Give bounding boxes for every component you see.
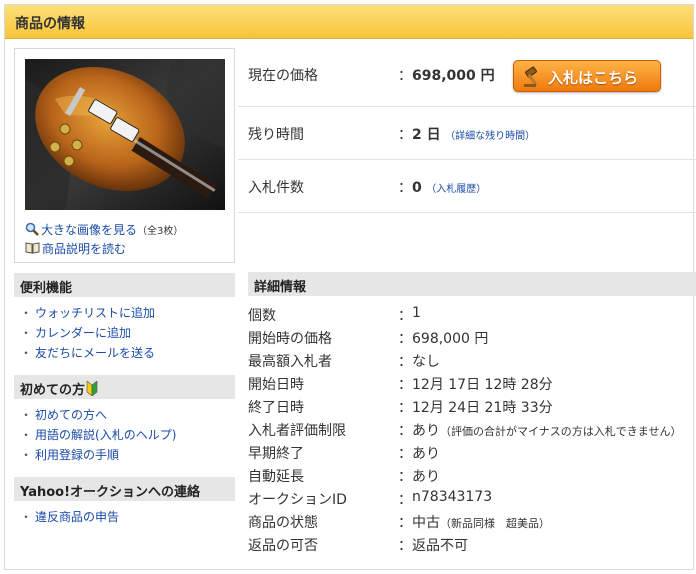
detail-value: 中古（新品同様 超美品）: [412, 515, 550, 531]
current-price-label: 現在の価格: [248, 68, 318, 84]
detail-key: 入札者評価制限: [248, 423, 346, 439]
list-item: ・ウォッチリストに追加: [20, 306, 156, 320]
detail-key: オークションID: [248, 492, 347, 508]
list-item: ・カレンダーに追加: [20, 326, 132, 340]
detail-value: あり: [412, 446, 440, 462]
book-icon: [25, 242, 40, 254]
convenience-title: 便利機能: [20, 281, 73, 296]
bid-button-label: 入札はこちら: [548, 69, 639, 87]
current-price-value: ：698,000 円: [398, 68, 495, 84]
report-violation-link[interactable]: 違反商品の申告: [35, 510, 119, 524]
section-title-bar: 商品の情報: [5, 5, 693, 39]
contact-list: ・違反商品の申告: [20, 507, 119, 527]
detail-key: 商品の状態: [248, 515, 318, 531]
detail-value: なし: [412, 354, 440, 370]
details-header: 詳細情報: [248, 272, 696, 296]
calendar-link[interactable]: カレンダーに追加: [35, 326, 131, 340]
detail-value: 12月 24日 21時 33分: [412, 400, 553, 416]
gavel-icon: [524, 66, 538, 87]
image-count: （全3枚）: [137, 226, 184, 237]
remaining-time-label: 残り時間: [248, 127, 304, 143]
remaining-time-row: 残り時間 ：2 日 （詳細な残り時間）: [238, 106, 696, 160]
convenience-list: ・ウォッチリストに追加 ・カレンダーに追加 ・友だちにメールを送る: [20, 303, 155, 363]
registration-steps-link[interactable]: 利用登録の手順: [35, 448, 119, 462]
beginner-mark-icon: [86, 380, 98, 397]
list-item: ・初めての方へ: [20, 408, 108, 422]
detail-key: 最高額入札者: [248, 354, 332, 370]
detail-key: 開始時の価格: [248, 331, 332, 347]
bid-count-row: 入札件数 ：0 （入札履歴）: [238, 159, 696, 213]
detail-key: 個数: [248, 308, 276, 324]
section-title: 商品の情報: [15, 16, 85, 32]
convenience-header: 便利機能: [14, 273, 235, 297]
beginners-header: 初めての方: [14, 375, 235, 399]
list-item: ・違反商品の申告: [20, 510, 120, 524]
detail-key: 早期終了: [248, 446, 304, 462]
detail-key: 自動延長: [248, 469, 304, 485]
list-item: ・利用登録の手順: [20, 448, 120, 462]
send-email-link[interactable]: 友だちにメールを送る: [35, 346, 155, 360]
magnifier-icon: [25, 222, 39, 236]
detail-value: n78343173: [412, 489, 493, 505]
large-image-link[interactable]: 大きな画像を見る: [41, 223, 137, 237]
details-title: 詳細情報: [254, 280, 307, 295]
detail-value: 返品不可: [412, 538, 468, 554]
watchlist-link[interactable]: ウォッチリストに追加: [35, 306, 155, 320]
detail-value: あり（評価の合計がマイナスの方は入札できません）: [412, 423, 682, 439]
product-image-box: 大きな画像を見る（全3枚） 商品説明を読む: [14, 48, 235, 263]
detail-key: 返品の可否: [248, 538, 318, 554]
remaining-time-detail-link[interactable]: （詳細な残り時間）: [445, 131, 535, 142]
contact-title: Yahoo!オークションへの連絡: [20, 485, 201, 500]
list-item: ・友だちにメールを送る: [20, 346, 156, 360]
remaining-time-value: ：2 日 （詳細な残り時間）: [398, 127, 536, 143]
detail-value: 12月 17日 12時 28分: [412, 377, 553, 393]
product-image[interactable]: [25, 59, 225, 210]
bid-count-label: 入札件数: [248, 180, 304, 196]
beginners-list: ・初めての方へ ・用語の解説(入札のヘルプ) ・利用登録の手順: [20, 405, 176, 465]
contact-header: Yahoo!オークションへの連絡: [14, 477, 235, 501]
detail-key: 終了日時: [248, 400, 304, 416]
detail-value: 1: [412, 305, 421, 321]
detail-value: あり: [412, 469, 440, 485]
bid-button[interactable]: 入札はこちら: [513, 60, 661, 92]
detail-key: 開始日時: [248, 377, 304, 393]
detail-value: 698,000 円: [412, 331, 489, 347]
bid-history-link[interactable]: （入札履歴）: [426, 184, 486, 195]
image-links: 大きな画像を見る（全3枚） 商品説明を読む: [25, 221, 183, 259]
list-item: ・用語の解説(入札のヘルプ): [20, 428, 177, 442]
bid-count-value: ：0 （入札履歴）: [398, 180, 487, 196]
beginners-title: 初めての方: [20, 379, 98, 398]
description-link[interactable]: 商品説明を読む: [42, 242, 126, 256]
glossary-link[interactable]: 用語の解説(入札のヘルプ): [35, 428, 176, 442]
beginners-guide-link[interactable]: 初めての方へ: [35, 408, 107, 422]
